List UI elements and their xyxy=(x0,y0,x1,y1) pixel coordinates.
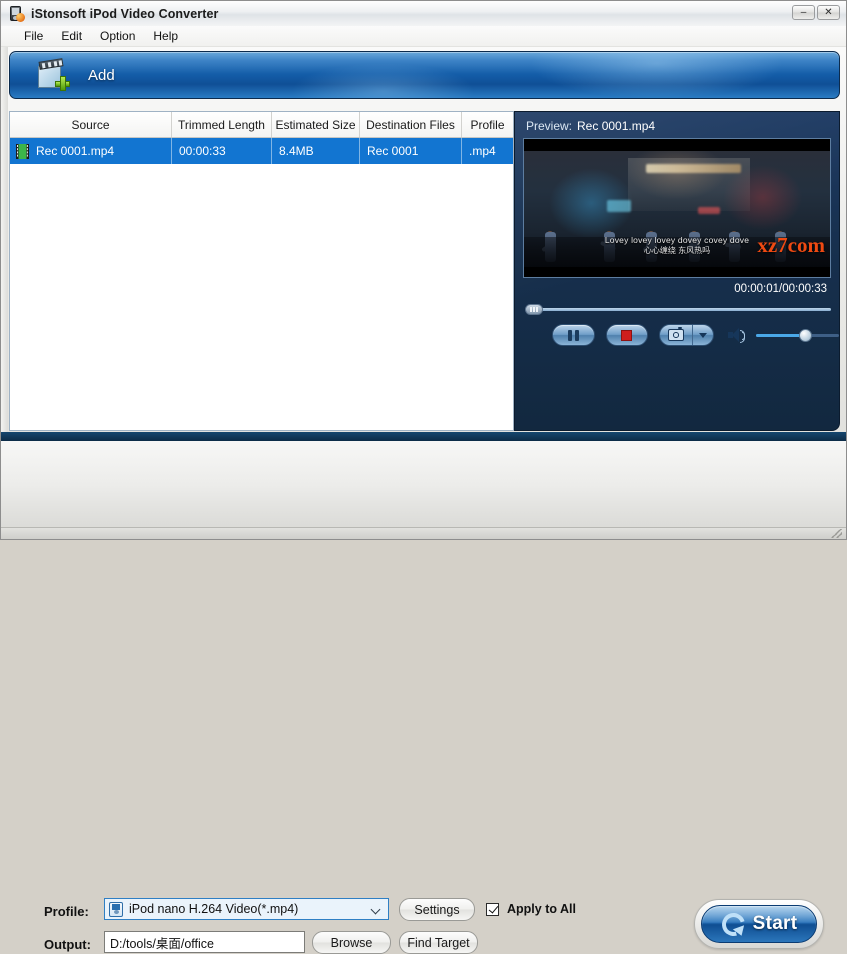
column-header-trimmed-length[interactable]: Trimmed Length xyxy=(172,112,272,137)
cell-trimmed-length: 00:00:33 xyxy=(172,138,272,164)
menu-item-option[interactable]: Option xyxy=(91,27,144,45)
volume-fill xyxy=(756,334,802,337)
preview-title: Preview: Rec 0001.mp4 xyxy=(526,119,655,133)
minimize-button[interactable]: – xyxy=(792,5,815,20)
cell-profile: .mp4 xyxy=(469,144,496,158)
camera-icon xyxy=(667,326,684,341)
minimize-icon: – xyxy=(800,6,807,18)
output-path-input[interactable]: D:/tools/桌面/office xyxy=(104,931,305,953)
player-controls xyxy=(515,322,839,348)
preview-panel: Preview: Rec 0001.mp4 Lovey lovey lovey d… xyxy=(514,111,840,431)
video-timecode: 00:00:01/00:00:33 xyxy=(734,283,827,295)
chevron-down-icon xyxy=(698,332,707,338)
menu-item-file[interactable]: File xyxy=(15,27,52,45)
table-row[interactable]: Rec 0001.mp4 00:00:33 8.4MB Rec 0001 .mp… xyxy=(10,138,513,164)
apply-to-all-control[interactable]: Apply to All xyxy=(486,902,576,916)
browse-button[interactable]: Browse xyxy=(312,931,391,954)
ipod-device-icon xyxy=(109,901,123,917)
window-left-edge xyxy=(1,47,8,439)
volume-handle[interactable] xyxy=(799,329,813,342)
output-label: Output: xyxy=(44,937,91,952)
file-list-header: Source Trimmed Length Estimated Size Des… xyxy=(10,112,513,138)
preview-file-name: Rec 0001.mp4 xyxy=(577,119,656,133)
seek-slider[interactable] xyxy=(525,304,831,315)
pause-icon xyxy=(567,329,579,341)
resize-grip-icon[interactable] xyxy=(831,529,842,538)
close-button[interactable]: ✕ xyxy=(817,5,840,20)
add-button-label: Add xyxy=(88,66,115,84)
window-controls: – ✕ xyxy=(792,5,840,20)
start-button[interactable]: Start xyxy=(701,905,817,943)
window-title: iStonsoft iPod Video Converter xyxy=(31,6,219,21)
settings-button[interactable]: Settings xyxy=(399,898,475,921)
seek-handle[interactable] xyxy=(525,304,543,315)
file-list-panel: Source Trimmed Length Estimated Size Des… xyxy=(9,111,514,431)
speaker-icon[interactable] xyxy=(728,328,746,343)
seek-track xyxy=(537,308,831,311)
cell-source-label: Rec 0001.mp4 xyxy=(36,144,115,158)
close-icon: ✕ xyxy=(824,6,833,18)
apply-to-all-checkbox[interactable] xyxy=(486,902,499,916)
cell-destination-file: Rec 0001 xyxy=(360,138,462,164)
cell-estimated-size: 8.4MB xyxy=(272,138,360,164)
find-target-button[interactable]: Find Target xyxy=(399,931,478,954)
add-video-icon xyxy=(36,58,70,91)
menu-bar: File Edit Option Help xyxy=(1,26,846,47)
column-header-estimated-size[interactable]: Estimated Size xyxy=(272,112,360,137)
column-header-destination-files[interactable]: Destination Files xyxy=(360,112,462,137)
column-header-source[interactable]: Source xyxy=(10,112,172,137)
snapshot-button[interactable] xyxy=(660,325,693,345)
divider-band xyxy=(1,432,846,441)
snapshot-control xyxy=(659,324,715,346)
start-button-frame: Start xyxy=(694,899,824,949)
video-display[interactable]: Lovey lovey lovey dovey covey dove 心心缠绕 … xyxy=(523,138,831,278)
title-bar: iStonsoft iPod Video Converter – ✕ xyxy=(1,1,846,27)
menu-item-help[interactable]: Help xyxy=(144,27,187,45)
ipod-app-icon xyxy=(9,5,25,22)
preview-label: Preview: xyxy=(526,119,573,133)
profile-select[interactable]: iPod nano H.264 Video(*.mp4) xyxy=(104,898,389,920)
stop-icon xyxy=(621,329,633,341)
refresh-arrow-icon xyxy=(717,908,749,940)
application-window: iStonsoft iPod Video Converter – ✕ File … xyxy=(0,0,847,954)
menu-item-edit[interactable]: Edit xyxy=(52,27,91,45)
settings-panel: Profile: iPod nano H.264 Video(*.mp4) Se… xyxy=(1,441,846,954)
profile-label: Profile: xyxy=(44,904,89,919)
pause-button[interactable] xyxy=(552,324,595,346)
film-strip-icon xyxy=(16,143,29,159)
chevron-down-icon[interactable] xyxy=(372,906,381,912)
volume-slider[interactable] xyxy=(756,328,839,342)
snapshot-dropdown[interactable] xyxy=(693,325,713,345)
add-toolbar: Add xyxy=(9,51,840,99)
status-bar xyxy=(1,527,846,539)
column-header-profile[interactable]: Profile xyxy=(462,112,513,137)
video-watermark: xz7com xyxy=(757,233,825,257)
profile-value: iPod nano H.264 Video(*.mp4) xyxy=(129,902,299,916)
apply-to-all-label: Apply to All xyxy=(507,902,576,916)
cell-source: Rec 0001.mp4 xyxy=(10,138,172,164)
start-button-label: Start xyxy=(752,913,798,934)
add-button[interactable]: Add xyxy=(9,51,840,99)
stop-button[interactable] xyxy=(605,324,648,346)
video-frame: Lovey lovey lovey dovey covey dove 心心缠绕 … xyxy=(524,151,830,267)
